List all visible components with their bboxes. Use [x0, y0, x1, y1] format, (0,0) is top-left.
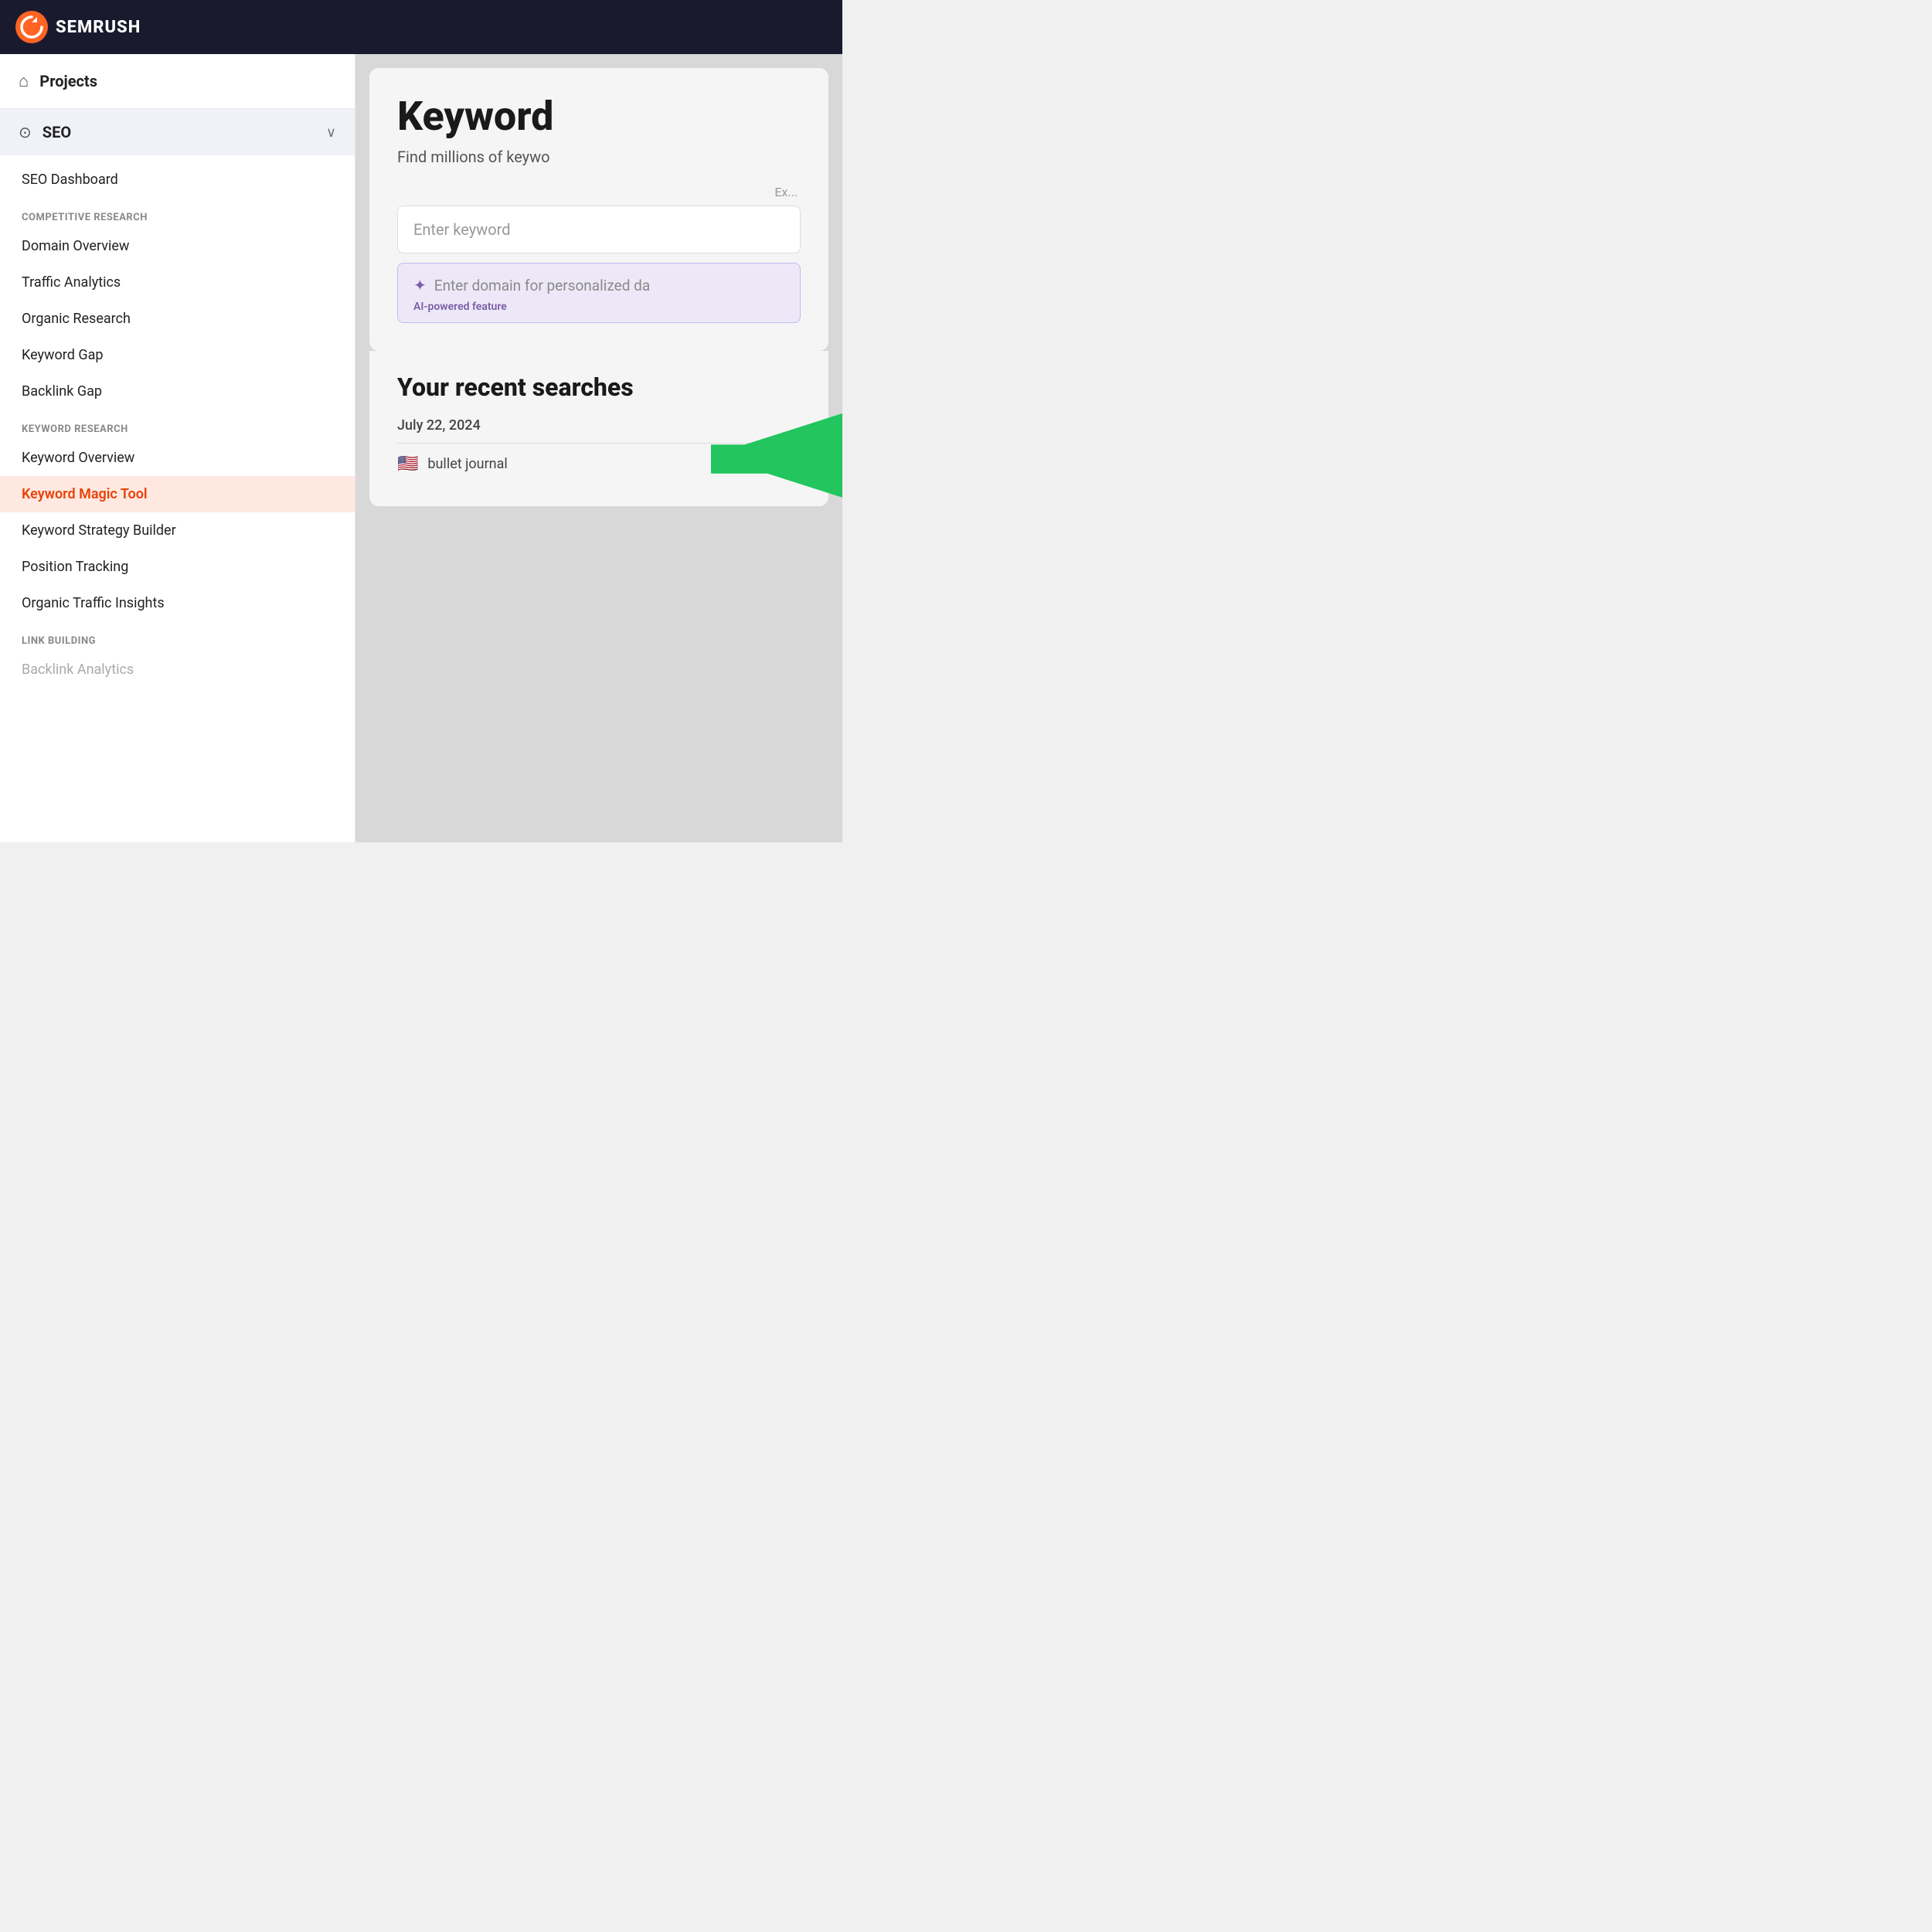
- sidebar-item-traffic-analytics[interactable]: Traffic Analytics: [0, 264, 355, 301]
- sidebar: ⌂ Projects ⊙ SEO ∨ SEO Dashboard COMPETI…: [0, 54, 355, 842]
- sidebar-item-projects[interactable]: ⌂ Projects: [0, 54, 355, 109]
- search-term: bullet journal: [427, 456, 507, 472]
- recent-searches-section: Your recent searches July 22, 2024 🇺🇸 bu…: [369, 351, 828, 506]
- sidebar-item-keyword-overview[interactable]: Keyword Overview: [0, 440, 355, 476]
- logo-text: SEMRUSH: [56, 18, 141, 37]
- home-icon: ⌂: [19, 71, 29, 91]
- page-subtitle: Find millions of keywo: [397, 148, 801, 166]
- keyword-search-input[interactable]: Enter keyword: [397, 206, 801, 253]
- logo-container: SEMRUSH: [15, 11, 141, 43]
- sidebar-item-domain-overview[interactable]: Domain Overview: [0, 228, 355, 264]
- sidebar-menu: SEO Dashboard COMPETITIVE RESEARCH Domai…: [0, 155, 355, 694]
- keyword-tool-card: Keyword Find millions of keywo Ex... Ent…: [369, 68, 828, 351]
- sidebar-item-organic-traffic-insights[interactable]: Organic Traffic Insights: [0, 585, 355, 621]
- main-content-area: Keyword Find millions of keywo Ex... Ent…: [355, 54, 842, 842]
- recent-searches-title: Your recent searches: [397, 372, 801, 402]
- section-label-keyword-research: KEYWORD RESEARCH: [0, 410, 355, 440]
- sidebar-item-keyword-strategy-builder[interactable]: Keyword Strategy Builder: [0, 512, 355, 549]
- top-header: SEMRUSH: [0, 0, 842, 54]
- sidebar-item-backlink-analytics[interactable]: Backlink Analytics: [0, 651, 355, 688]
- page-title: Keyword: [397, 93, 801, 140]
- semrush-logo-icon: [15, 11, 48, 43]
- date-label: July 22, 2024: [397, 417, 801, 434]
- ai-powered-badge: AI-powered feature: [413, 301, 784, 322]
- search-result-row[interactable]: 🇺🇸 bullet journal: [397, 443, 801, 485]
- sidebar-item-keyword-magic-tool[interactable]: Keyword Magic Tool: [0, 476, 355, 512]
- sidebar-item-seo-dashboard[interactable]: SEO Dashboard: [0, 162, 355, 198]
- seo-label: SEO: [43, 123, 71, 141]
- seo-section-header[interactable]: ⊙ SEO ∨: [0, 109, 355, 155]
- sidebar-item-position-tracking[interactable]: Position Tracking: [0, 549, 355, 585]
- section-label-competitive-research: COMPETITIVE RESEARCH: [0, 198, 355, 228]
- sparkle-icon: ✦: [413, 276, 427, 294]
- example-label: Ex...: [397, 185, 801, 199]
- main-layout: ⌂ Projects ⊙ SEO ∨ SEO Dashboard COMPETI…: [0, 54, 842, 842]
- sidebar-item-backlink-gap[interactable]: Backlink Gap: [0, 373, 355, 410]
- flag-icon: 🇺🇸: [397, 454, 418, 474]
- sidebar-item-keyword-gap[interactable]: Keyword Gap: [0, 337, 355, 373]
- sidebar-item-organic-research[interactable]: Organic Research: [0, 301, 355, 337]
- section-label-link-building: LINK BUILDING: [0, 621, 355, 651]
- seo-icon: ⊙: [19, 123, 32, 141]
- projects-label: Projects: [39, 72, 97, 90]
- ai-domain-placeholder: Enter domain for personalized da: [434, 277, 650, 294]
- seo-section-left: ⊙ SEO: [19, 123, 71, 141]
- chevron-down-icon: ∨: [326, 124, 336, 141]
- keyword-placeholder: Enter keyword: [413, 220, 511, 239]
- ai-domain-input[interactable]: ✦ Enter domain for personalized da AI-po…: [397, 263, 801, 323]
